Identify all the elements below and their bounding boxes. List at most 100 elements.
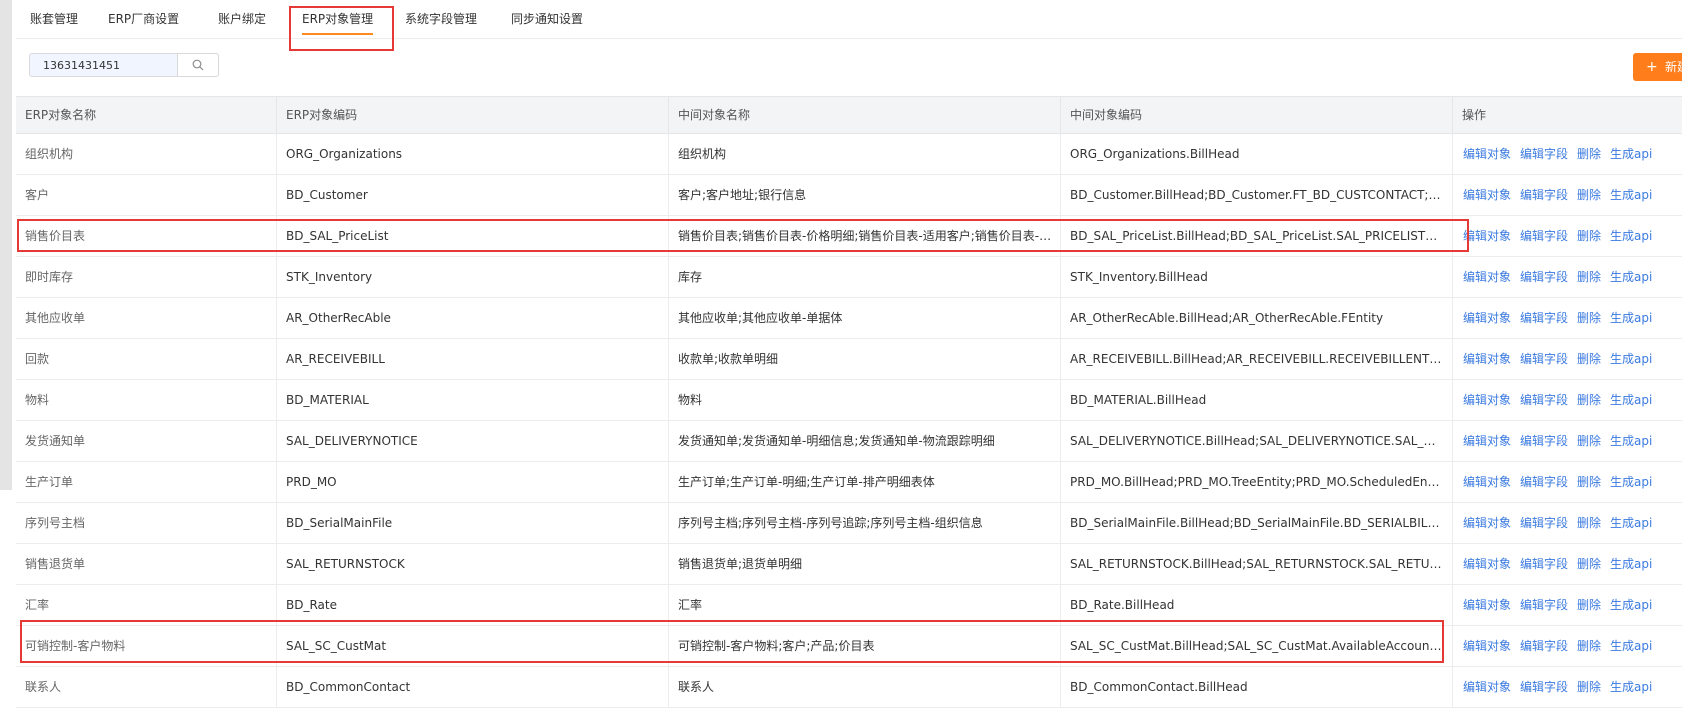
edit-object-link[interactable]: 编辑对象 bbox=[1463, 639, 1511, 653]
edit-object-link[interactable]: 编辑对象 bbox=[1463, 270, 1511, 284]
edit-object-link[interactable]: 编辑对象 bbox=[1463, 393, 1511, 407]
cell-middle-object-name: 物料 bbox=[669, 380, 1061, 420]
edit-object-link[interactable]: 编辑对象 bbox=[1463, 557, 1511, 571]
edit-fields-link[interactable]: 编辑字段 bbox=[1520, 311, 1568, 325]
tab-sync-notification-settings[interactable]: 同步通知设置 bbox=[511, 0, 583, 38]
cell-erp-object-name: 汇率 bbox=[16, 585, 277, 625]
generate-api-link[interactable]: 生成api bbox=[1610, 270, 1652, 284]
cell-middle-object-code: BD_Rate.BillHead bbox=[1061, 585, 1453, 625]
generate-api-link[interactable]: 生成api bbox=[1610, 229, 1652, 243]
tab-account-binding[interactable]: 账户绑定 bbox=[218, 0, 266, 38]
cell-erp-object-code: AR_RECEIVEBILL bbox=[277, 339, 669, 379]
edit-fields-link[interactable]: 编辑字段 bbox=[1520, 229, 1568, 243]
generate-api-link[interactable]: 生成api bbox=[1610, 188, 1652, 202]
generate-api-link[interactable]: 生成api bbox=[1610, 393, 1652, 407]
cell-middle-object-code: SAL_RETURNSTOCK.BillHead;SAL_RETURNSTOCK… bbox=[1061, 544, 1453, 584]
edit-fields-link[interactable]: 编辑字段 bbox=[1520, 434, 1568, 448]
cell-actions: 编辑对象 编辑字段 删除 生成api bbox=[1453, 667, 1682, 707]
tab-bar: 账套管理 ERP厂商设置 账户绑定 ERP对象管理 系统字段管理 同步通知设置 bbox=[16, 0, 1682, 39]
generate-api-link[interactable]: 生成api bbox=[1610, 352, 1652, 366]
cell-erp-object-code: STK_Inventory bbox=[277, 257, 669, 297]
delete-link[interactable]: 删除 bbox=[1577, 229, 1601, 243]
edit-fields-link[interactable]: 编辑字段 bbox=[1520, 147, 1568, 161]
edit-object-link[interactable]: 编辑对象 bbox=[1463, 516, 1511, 530]
search-input[interactable] bbox=[30, 54, 178, 76]
cell-erp-object-code: BD_Customer bbox=[277, 175, 669, 215]
edit-fields-link[interactable]: 编辑字段 bbox=[1520, 393, 1568, 407]
search-icon bbox=[192, 59, 204, 71]
cell-middle-object-name: 客户;客户地址;银行信息 bbox=[669, 175, 1061, 215]
tab-system-field-management[interactable]: 系统字段管理 bbox=[405, 0, 477, 38]
cell-erp-object-name: 生产订单 bbox=[16, 462, 277, 502]
edit-object-link[interactable]: 编辑对象 bbox=[1463, 188, 1511, 202]
generate-api-link[interactable]: 生成api bbox=[1610, 147, 1652, 161]
edit-object-link[interactable]: 编辑对象 bbox=[1463, 311, 1511, 325]
generate-api-link[interactable]: 生成api bbox=[1610, 639, 1652, 653]
delete-link[interactable]: 删除 bbox=[1577, 311, 1601, 325]
plus-icon: + bbox=[1646, 59, 1658, 75]
table-row: 联系人 BD_CommonContact 联系人 BD_CommonContact.B… bbox=[16, 667, 1682, 708]
delete-link[interactable]: 删除 bbox=[1577, 680, 1601, 694]
table-row: 可销控制-客户物料 SAL_SC_CustMat 可销控制-客户物料;客户;产品;价… bbox=[16, 626, 1682, 667]
generate-api-link[interactable]: 生成api bbox=[1610, 516, 1652, 530]
edit-fields-link[interactable]: 编辑字段 bbox=[1520, 270, 1568, 284]
delete-link[interactable]: 删除 bbox=[1577, 434, 1601, 448]
table-row: 发货通知单 SAL_DELIVERYNOTICE 发货通知单;发货通知单-明细信息;… bbox=[16, 421, 1682, 462]
edit-fields-link[interactable]: 编辑字段 bbox=[1520, 557, 1568, 571]
cell-middle-object-name: 销售价目表;销售价目表-价格明细;销售价目表-适用客户;销售价目表-适用销售员 bbox=[669, 216, 1061, 256]
delete-link[interactable]: 删除 bbox=[1577, 147, 1601, 161]
edit-fields-link[interactable]: 编辑字段 bbox=[1520, 188, 1568, 202]
table-row: 生产订单 PRD_MO 生产订单;生产订单-明细;生产订单-排产明细表体 PRD_MO… bbox=[16, 462, 1682, 503]
table-row: 销售价目表 BD_SAL_PriceList 销售价目表;销售价目表-价格明细;销售… bbox=[16, 216, 1682, 257]
edit-object-link[interactable]: 编辑对象 bbox=[1463, 352, 1511, 366]
cell-middle-object-code: STK_Inventory.BillHead bbox=[1061, 257, 1453, 297]
edit-object-link[interactable]: 编辑对象 bbox=[1463, 229, 1511, 243]
delete-link[interactable]: 删除 bbox=[1577, 557, 1601, 571]
edit-object-link[interactable]: 编辑对象 bbox=[1463, 434, 1511, 448]
edit-fields-link[interactable]: 编辑字段 bbox=[1520, 598, 1568, 612]
edit-fields-link[interactable]: 编辑字段 bbox=[1520, 680, 1568, 694]
delete-link[interactable]: 删除 bbox=[1577, 639, 1601, 653]
cell-erp-object-code: BD_SerialMainFile bbox=[277, 503, 669, 543]
cell-erp-object-code: ORG_Organizations bbox=[277, 134, 669, 174]
cell-middle-object-code: AR_OtherRecAble.BillHead;AR_OtherRecAble… bbox=[1061, 298, 1453, 338]
edit-fields-link[interactable]: 编辑字段 bbox=[1520, 639, 1568, 653]
delete-link[interactable]: 删除 bbox=[1577, 352, 1601, 366]
search-button[interactable] bbox=[177, 54, 218, 76]
tab-erp-object-management[interactable]: ERP对象管理 bbox=[302, 0, 374, 38]
generate-api-link[interactable]: 生成api bbox=[1610, 598, 1652, 612]
cell-middle-object-code: SAL_SC_CustMat.BillHead;SAL_SC_CustMat.A… bbox=[1061, 626, 1453, 666]
tab-account-sets[interactable]: 账套管理 bbox=[30, 0, 78, 38]
edit-fields-link[interactable]: 编辑字段 bbox=[1520, 352, 1568, 366]
delete-link[interactable]: 删除 bbox=[1577, 393, 1601, 407]
cell-erp-object-code: BD_CommonContact bbox=[277, 667, 669, 707]
cell-middle-object-name: 组织机构 bbox=[669, 134, 1061, 174]
generate-api-link[interactable]: 生成api bbox=[1610, 475, 1652, 489]
cell-actions: 编辑对象 编辑字段 删除 生成api bbox=[1453, 257, 1682, 297]
add-new-button[interactable]: + 新建 bbox=[1633, 53, 1682, 81]
edit-object-link[interactable]: 编辑对象 bbox=[1463, 147, 1511, 161]
delete-link[interactable]: 删除 bbox=[1577, 270, 1601, 284]
cell-actions: 编辑对象 编辑字段 删除 生成api bbox=[1453, 626, 1682, 666]
generate-api-link[interactable]: 生成api bbox=[1610, 680, 1652, 694]
generate-api-link[interactable]: 生成api bbox=[1610, 557, 1652, 571]
column-header-erp-object-name: ERP对象名称 bbox=[16, 97, 277, 133]
edit-object-link[interactable]: 编辑对象 bbox=[1463, 598, 1511, 612]
edit-object-link[interactable]: 编辑对象 bbox=[1463, 680, 1511, 694]
generate-api-link[interactable]: 生成api bbox=[1610, 434, 1652, 448]
cell-erp-object-code: BD_Rate bbox=[277, 585, 669, 625]
delete-link[interactable]: 删除 bbox=[1577, 516, 1601, 530]
delete-link[interactable]: 删除 bbox=[1577, 188, 1601, 202]
cell-middle-object-name: 销售退货单;退货单明细 bbox=[669, 544, 1061, 584]
add-new-label: 新建 bbox=[1665, 60, 1682, 74]
tab-erp-vendor-settings[interactable]: ERP厂商设置 bbox=[108, 0, 179, 38]
cell-erp-object-name: 其他应收单 bbox=[16, 298, 277, 338]
generate-api-link[interactable]: 生成api bbox=[1610, 311, 1652, 325]
edit-fields-link[interactable]: 编辑字段 bbox=[1520, 475, 1568, 489]
edit-fields-link[interactable]: 编辑字段 bbox=[1520, 516, 1568, 530]
delete-link[interactable]: 删除 bbox=[1577, 475, 1601, 489]
cell-actions: 编辑对象 编辑字段 删除 生成api bbox=[1453, 421, 1682, 461]
table-header: ERP对象名称 ERP对象编码 中间对象名称 中间对象编码 操作 bbox=[16, 96, 1682, 134]
edit-object-link[interactable]: 编辑对象 bbox=[1463, 475, 1511, 489]
delete-link[interactable]: 删除 bbox=[1577, 598, 1601, 612]
